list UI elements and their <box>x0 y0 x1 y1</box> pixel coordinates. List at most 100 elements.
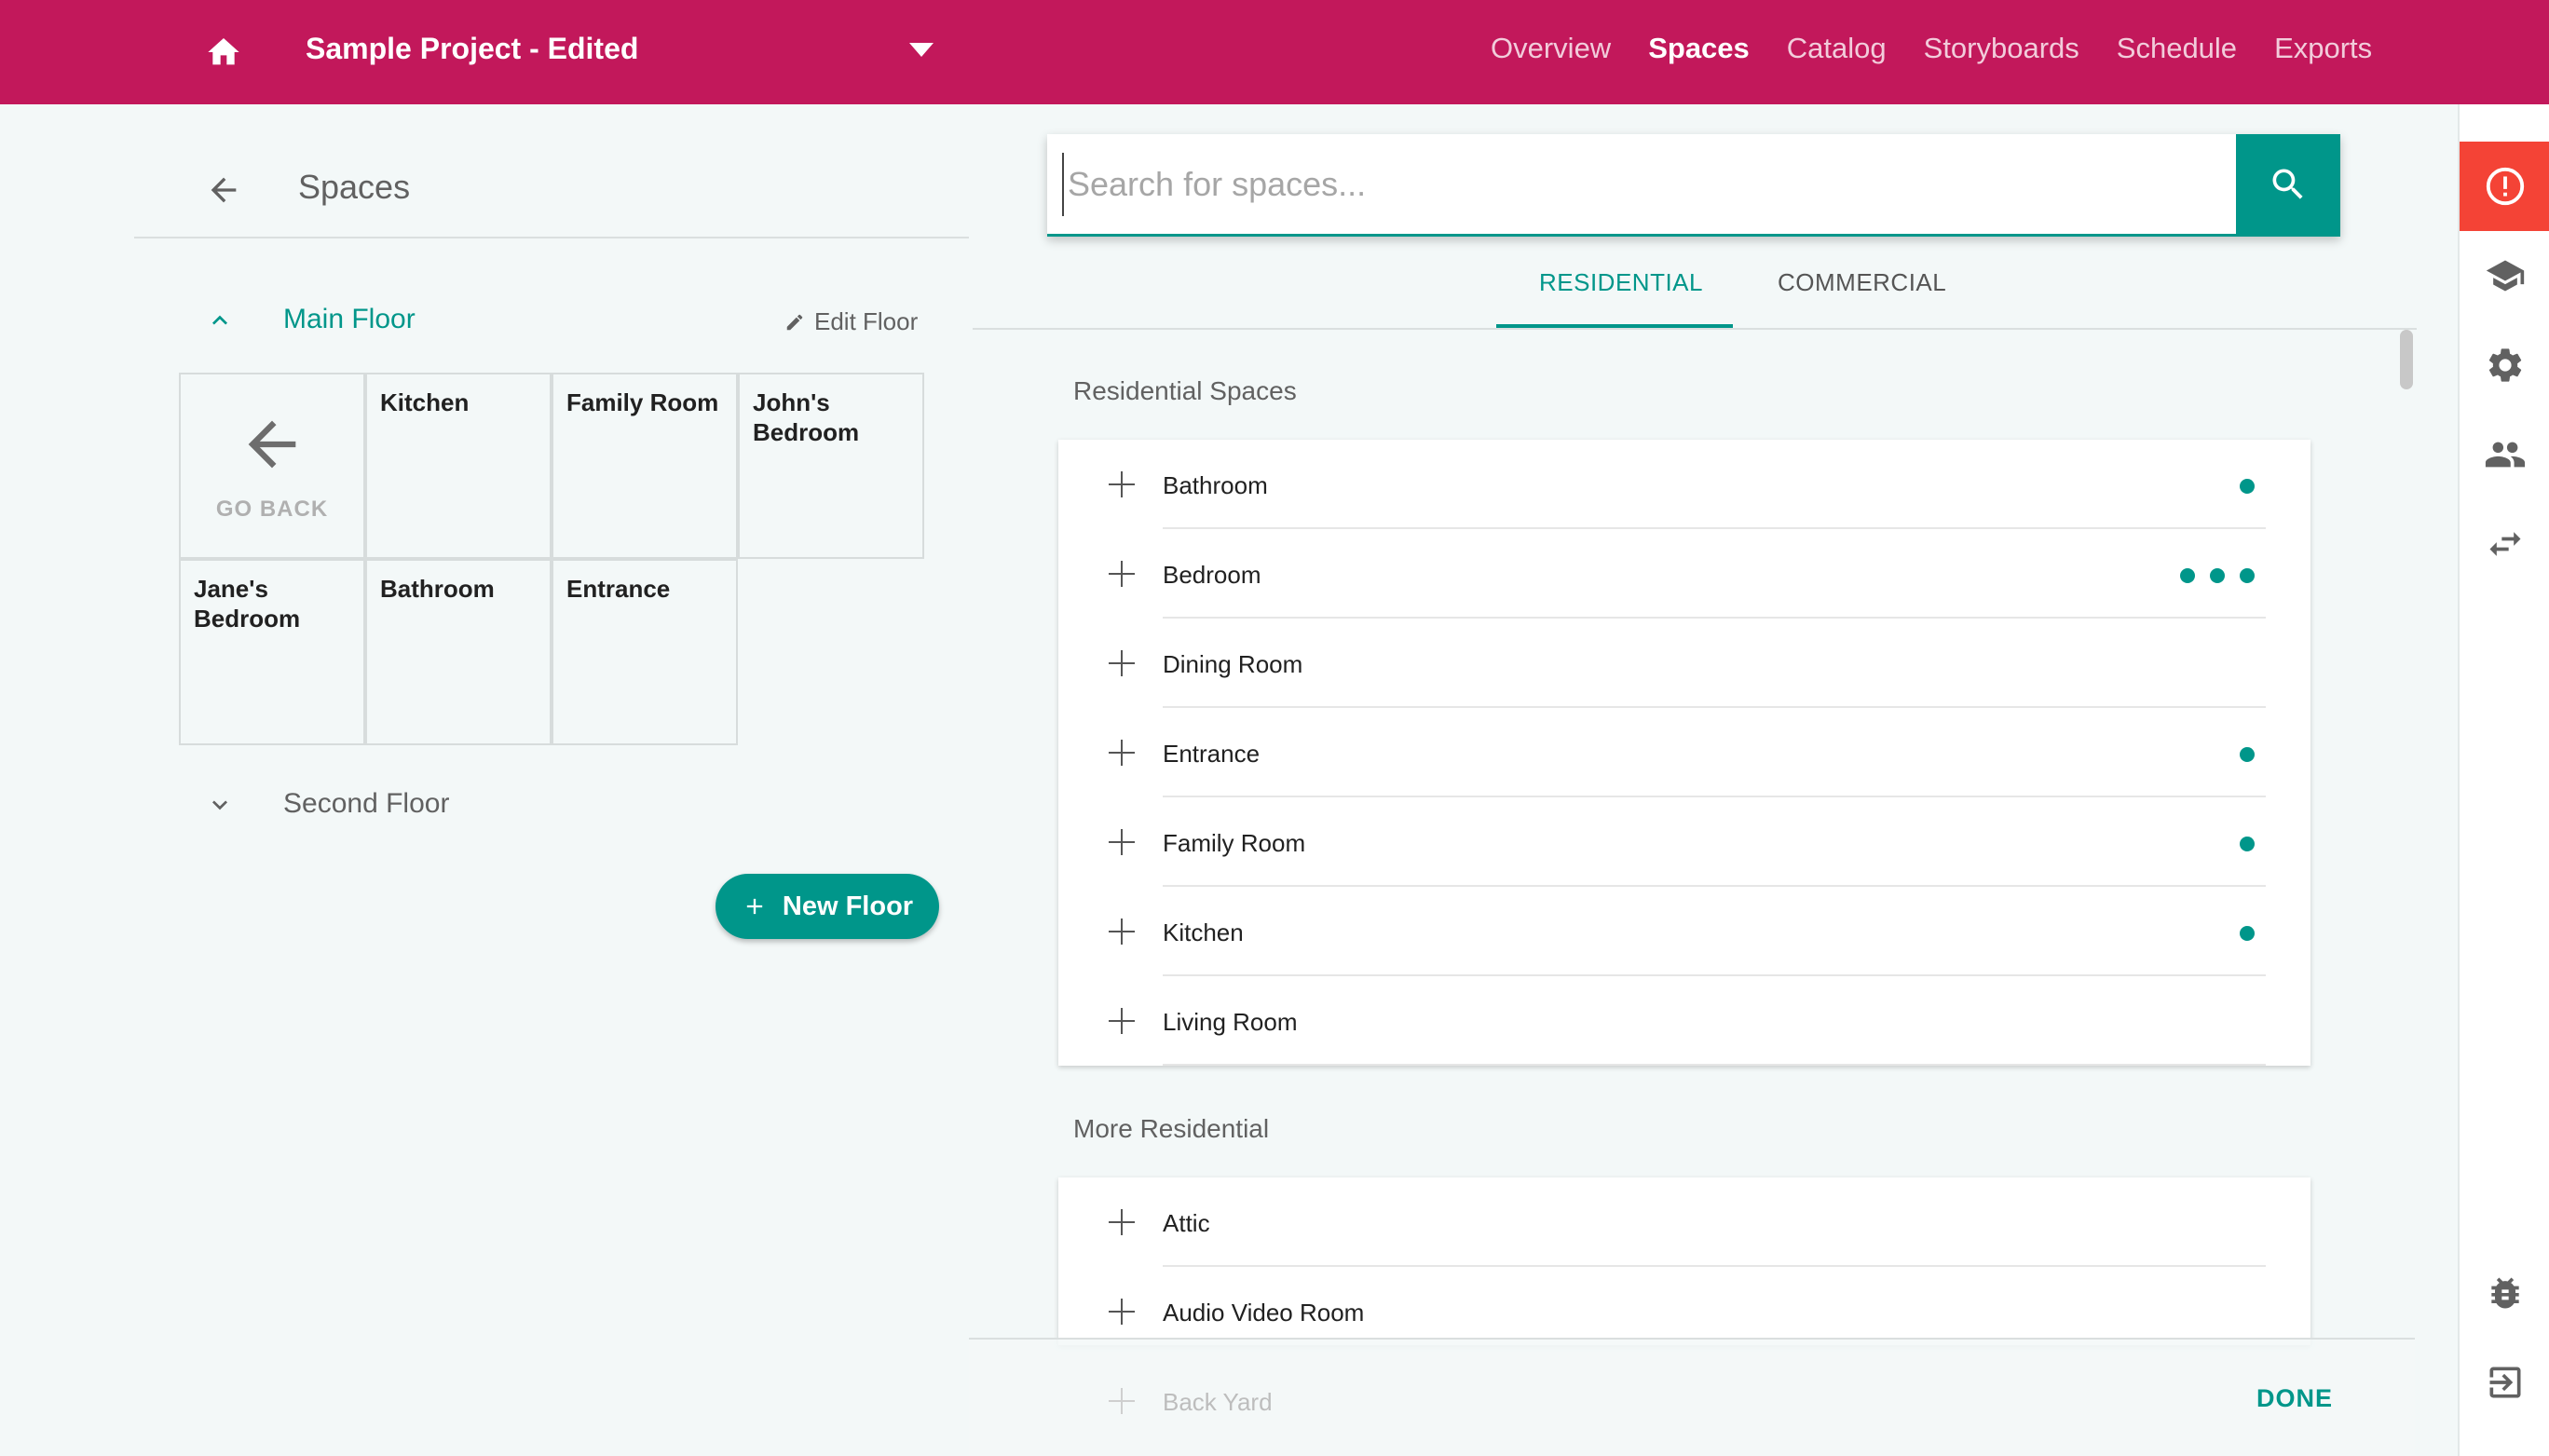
list-item[interactable]: Living Room <box>1058 976 2310 1066</box>
room-tile-label: Kitchen <box>380 388 470 416</box>
done-button[interactable]: DONE <box>2256 1384 2333 1413</box>
project-dropdown-icon[interactable] <box>909 43 934 57</box>
dot-icon <box>2240 747 2255 762</box>
gear-icon[interactable] <box>2460 320 2549 410</box>
nav-schedule[interactable]: Schedule <box>2117 32 2237 65</box>
search-button[interactable] <box>2236 134 2340 234</box>
plus-icon[interactable] <box>1107 559 1137 589</box>
main-floor-name: Main Floor <box>283 304 416 334</box>
plus-icon[interactable] <box>1107 1386 1137 1416</box>
spaces-header: Spaces <box>134 130 969 238</box>
new-floor-label: New Floor <box>782 891 914 921</box>
list-item[interactable]: Bedroom <box>1058 529 2310 619</box>
plus-icon <box>746 898 763 915</box>
list-item[interactable]: Entrance <box>1058 708 2310 797</box>
edit-floor-button[interactable]: Edit Floor <box>784 307 918 336</box>
edit-floor-label: Edit Floor <box>814 307 919 335</box>
room-tile-johns-bedroom[interactable]: John's Bedroom <box>738 373 924 559</box>
dot-icon <box>2210 568 2225 583</box>
room-tile-janes-bedroom[interactable]: Jane's Bedroom <box>179 559 365 745</box>
room-tile-label: Family Room <box>566 388 719 416</box>
plus-icon[interactable] <box>1107 738 1137 768</box>
room-tile-family-room[interactable]: Family Room <box>552 373 738 559</box>
list-item[interactable]: Kitchen <box>1058 887 2310 976</box>
plus-icon[interactable] <box>1107 648 1137 678</box>
list-item[interactable]: Family Room <box>1058 797 2310 887</box>
go-back-tile[interactable]: GO BACK <box>179 373 365 559</box>
room-tile-label: Jane's Bedroom <box>194 575 301 633</box>
dot-icon <box>2240 926 2255 941</box>
room-tile-bathroom[interactable]: Bathroom <box>365 559 552 745</box>
chevron-up-icon[interactable] <box>205 306 235 340</box>
list-item-label: Living Room <box>1163 1008 1298 1036</box>
usage-dots <box>2240 926 2255 941</box>
usage-dots <box>2240 837 2255 851</box>
room-tile-label: Bathroom <box>380 575 495 603</box>
exit-icon[interactable] <box>2460 1338 2549 1427</box>
nav-spaces[interactable]: Spaces <box>1648 32 1750 65</box>
dot-icon <box>2240 479 2255 494</box>
second-floor-header[interactable]: Second Floor <box>179 777 924 833</box>
go-back-label: GO BACK <box>215 497 329 522</box>
list-item-label: Dining Room <box>1163 650 1303 678</box>
search-icon <box>2272 169 2303 199</box>
list-item-label: Attic <box>1163 1209 1210 1237</box>
nav-overview[interactable]: Overview <box>1491 32 1611 65</box>
scrollbar-thumb[interactable] <box>2400 330 2413 389</box>
tab-commercial[interactable]: COMMERCIAL <box>1778 268 1946 297</box>
home-icon[interactable] <box>205 34 242 71</box>
usage-dots <box>2240 747 2255 762</box>
project-title: Sample Project - Edited <box>306 32 639 65</box>
list-item[interactable]: Attic <box>1058 1177 2310 1267</box>
dot-icon <box>2240 568 2255 583</box>
plus-icon[interactable] <box>1107 1006 1137 1036</box>
right-icon-rail <box>2458 104 2549 1456</box>
new-floor-button[interactable]: New Floor <box>716 874 939 939</box>
residential-spaces-list: Bathroom Bedroom Dining Room Entrance Fa… <box>1058 440 2310 1066</box>
second-floor-name: Second Floor <box>283 788 450 819</box>
people-icon[interactable] <box>2460 410 2549 499</box>
dot-icon <box>2180 568 2195 583</box>
room-tile-entrance[interactable]: Entrance <box>552 559 738 745</box>
list-item-label: Bedroom <box>1163 561 1261 589</box>
chevron-down-icon[interactable] <box>205 790 235 824</box>
list-item-label: Back Yard <box>1163 1388 1273 1416</box>
plus-icon[interactable] <box>1107 917 1137 946</box>
dot-icon <box>2240 837 2255 851</box>
space-type-tabs: RESIDENTIAL COMMERCIAL <box>973 250 2417 330</box>
top-bar: Sample Project - Edited Overview Spaces … <box>0 0 2549 104</box>
list-item-label: Kitchen <box>1163 919 1244 946</box>
room-tile-label: Entrance <box>566 575 671 603</box>
plus-icon[interactable] <box>1107 1297 1137 1327</box>
usage-dots <box>2180 568 2255 583</box>
section-title-residential-spaces: Residential Spaces <box>1073 376 1297 405</box>
graduation-cap-icon[interactable] <box>2460 231 2549 320</box>
bottom-action-bar: Back Yard DONE <box>969 1338 2415 1456</box>
bug-icon[interactable] <box>2460 1248 2549 1338</box>
search-input[interactable] <box>1062 153 2161 216</box>
nav-storyboards[interactable]: Storyboards <box>1924 32 2079 65</box>
search-bar <box>1047 134 2340 237</box>
main-nav: Overview Spaces Catalog Storyboards Sche… <box>1491 32 2409 65</box>
back-arrow-icon[interactable] <box>205 171 242 213</box>
more-residential-list: Attic Audio Video Room <box>1058 1177 2310 1345</box>
section-title-more-residential: More Residential <box>1073 1114 1270 1143</box>
list-item-label: Family Room <box>1163 829 1306 857</box>
tab-residential[interactable]: RESIDENTIAL <box>1539 268 1703 297</box>
room-tile-kitchen[interactable]: Kitchen <box>365 373 552 559</box>
room-tile-label: John's Bedroom <box>753 388 860 446</box>
alert-icon[interactable] <box>2460 142 2549 231</box>
list-item[interactable]: Bathroom <box>1058 440 2310 529</box>
usage-dots <box>2240 479 2255 494</box>
swap-icon[interactable] <box>2460 499 2549 589</box>
arrow-left-icon <box>248 420 296 469</box>
list-item-label: Audio Video Room <box>1163 1299 1365 1327</box>
nav-catalog[interactable]: Catalog <box>1787 32 1887 65</box>
plus-icon[interactable] <box>1107 469 1137 499</box>
plus-icon[interactable] <box>1107 827 1137 857</box>
nav-exports[interactable]: Exports <box>2274 32 2372 65</box>
list-item[interactable]: Dining Room <box>1058 619 2310 708</box>
pencil-icon <box>786 314 803 330</box>
active-tab-indicator <box>1496 324 1733 328</box>
plus-icon[interactable] <box>1107 1207 1137 1237</box>
